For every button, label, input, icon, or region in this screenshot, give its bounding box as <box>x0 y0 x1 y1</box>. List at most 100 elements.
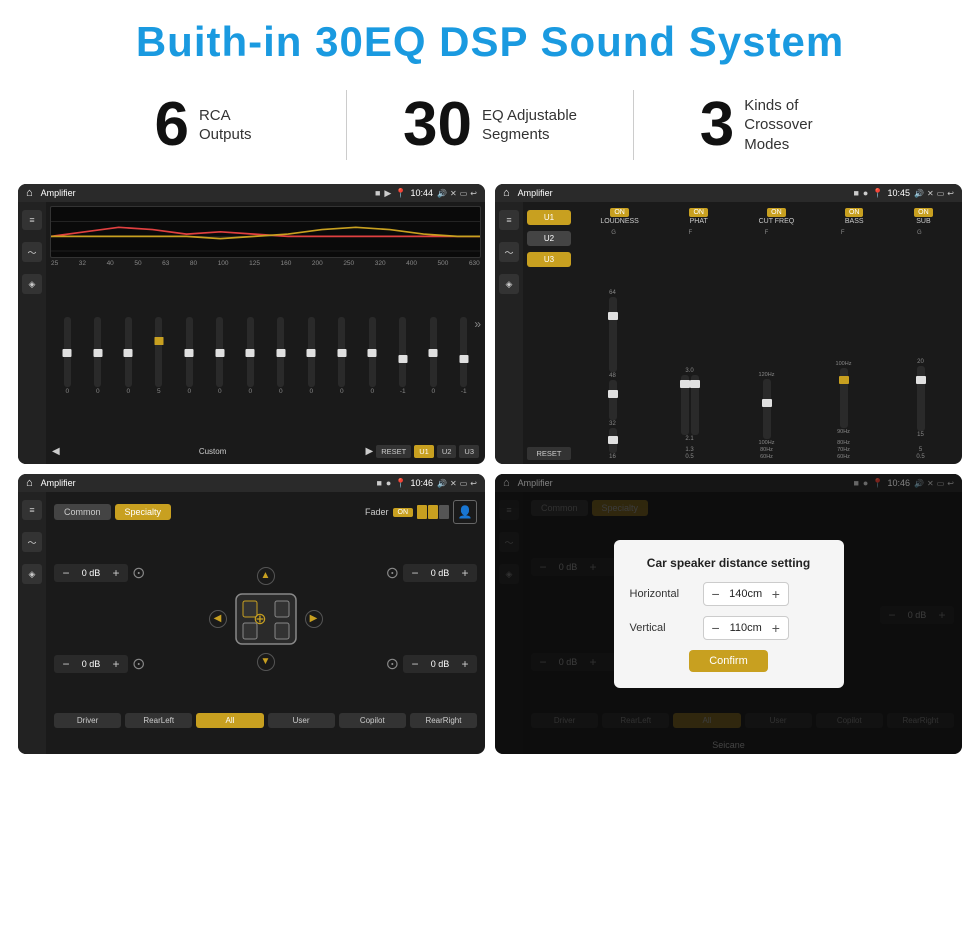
db-control-rr: − 0 dB + <box>403 655 477 673</box>
vertical-plus[interactable]: + <box>772 620 780 636</box>
status-bar-tr: ⌂ Amplifier ■ ● 📍 10:45 🔊 ✕ ▭ ↩ <box>495 184 962 202</box>
home-icon-tr[interactable]: ⌂ <box>503 187 510 199</box>
window-icon-tl: ▭ <box>460 189 468 198</box>
eq-slider-1[interactable]: 0 <box>64 317 71 395</box>
horizontal-minus[interactable]: − <box>712 586 720 602</box>
dialog-overlay: Car speaker distance setting Horizontal … <box>495 474 962 754</box>
user-btn-bl[interactable]: User <box>268 713 335 728</box>
balance-icon[interactable]: ◈ <box>22 274 42 294</box>
balance-icon-tr[interactable]: ◈ <box>499 274 519 294</box>
expand-arrows-tl[interactable]: » <box>474 317 481 331</box>
db-minus-rl[interactable]: − <box>60 657 72 671</box>
dot-icon-bl: ● <box>386 478 391 488</box>
fader-toggle[interactable] <box>417 505 449 519</box>
u3-btn-tl[interactable]: U3 <box>459 445 479 458</box>
vertical-value: 110cm <box>726 622 766 634</box>
db-minus-fr[interactable]: − <box>409 566 421 580</box>
u1-btn-tl[interactable]: U1 <box>414 445 434 458</box>
stat-number-crossover: 3 <box>700 94 734 156</box>
fader-on-pill[interactable]: ON <box>393 508 414 517</box>
eq-slider-9[interactable]: 0 <box>308 317 315 395</box>
home-icon-tl[interactable]: ⌂ <box>26 187 33 199</box>
window-icon-tr: ▭ <box>937 189 945 198</box>
g-label-2: G <box>917 230 922 236</box>
driver-btn[interactable]: Driver <box>54 713 121 728</box>
db-val-fl: 0 dB <box>76 568 106 578</box>
speaker-dot-rl: ⊙ <box>132 654 145 674</box>
record-icon-bl: ■ <box>376 478 381 488</box>
tab-common-bl[interactable]: Common <box>54 504 111 520</box>
stat-label-crossover: Kinds ofCrossover Modes <box>744 96 854 155</box>
wave-icon-tr[interactable]: 〜 <box>499 242 519 262</box>
on-badge-sub[interactable]: ON <box>914 208 933 217</box>
left-icons-tl: ≡ 〜 ◈ <box>18 202 46 464</box>
speaker-icon-tl: 🔊 <box>437 189 447 198</box>
wave-icon-bl[interactable]: 〜 <box>22 532 42 552</box>
freq-labels: 2532405063 80100125160200 25032040050063… <box>50 260 481 267</box>
eq-bottom-controls: ◀ Custom ▶ RESET U1 U2 U3 <box>50 443 481 460</box>
horizontal-plus[interactable]: + <box>772 586 780 602</box>
eq-slider-2[interactable]: 0 <box>94 317 101 395</box>
home-icon-bl[interactable]: ⌂ <box>26 477 33 489</box>
reset-btn-tl[interactable]: RESET <box>376 445 411 458</box>
db-minus-rr[interactable]: − <box>409 657 421 671</box>
nav-right[interactable]: ▶ <box>305 610 323 628</box>
on-badge-bass[interactable]: ON <box>845 208 864 217</box>
eq-slider-10[interactable]: 0 <box>338 317 345 395</box>
nav-up[interactable]: ▲ <box>257 567 275 585</box>
tab-specialty-bl[interactable]: Specialty <box>115 504 172 520</box>
car-diagram: ⊕ <box>231 589 301 649</box>
vertical-minus[interactable]: − <box>712 620 720 636</box>
window-icon-bl: ▭ <box>460 479 468 488</box>
horizontal-control: − 140cm + <box>703 582 789 606</box>
eq-slider-11[interactable]: 0 <box>369 317 376 395</box>
custom-label: Custom <box>63 447 363 456</box>
back-icon-bl: ↩ <box>470 479 477 488</box>
back-icon-tl: ↩ <box>470 189 477 198</box>
db-minus-fl[interactable]: − <box>60 566 72 580</box>
db-plus-fl[interactable]: + <box>110 566 122 580</box>
prev-arrow[interactable]: ◀ <box>52 446 60 457</box>
u2-btn-tl[interactable]: U2 <box>437 445 457 458</box>
balance-icon-bl[interactable]: ◈ <box>22 564 42 584</box>
confirm-button[interactable]: Confirm <box>689 650 768 672</box>
db-val-rr: 0 dB <box>425 659 455 669</box>
on-badge-cutfreq[interactable]: ON <box>767 208 786 217</box>
db-plus-fr[interactable]: + <box>459 566 471 580</box>
eq-icon-tr[interactable]: ≡ <box>499 210 519 230</box>
nav-left[interactable]: ◀ <box>209 610 227 628</box>
eq-slider-4[interactable]: 5 <box>155 317 162 395</box>
eq-slider-13[interactable]: 0 <box>430 317 437 395</box>
next-arrow[interactable]: ▶ <box>366 446 374 457</box>
eq-slider-12[interactable]: -1 <box>399 317 406 395</box>
close-icon-bl: ✕ <box>450 479 457 488</box>
eq-slider-14[interactable]: -1 <box>460 317 467 395</box>
nav-down[interactable]: ▼ <box>257 653 275 671</box>
f-label-1: F <box>688 230 692 236</box>
position-buttons: Driver RearLeft All User Copilot RearRig… <box>54 713 477 728</box>
u1-channel-btn[interactable]: U1 <box>527 210 571 225</box>
eq-icon[interactable]: ≡ <box>22 210 42 230</box>
copilot-btn[interactable]: Copilot <box>339 713 406 728</box>
all-btn[interactable]: All <box>196 713 263 728</box>
avatar-icon-bl[interactable]: 👤 <box>453 500 477 524</box>
eq-slider-5[interactable]: 0 <box>186 317 193 395</box>
eq-icon-bl[interactable]: ≡ <box>22 500 42 520</box>
db-plus-rl[interactable]: + <box>110 657 122 671</box>
stat-crossover: 3 Kinds ofCrossover Modes <box>634 94 920 156</box>
wave-icon[interactable]: 〜 <box>22 242 42 262</box>
on-badge-loudness[interactable]: ON <box>610 208 629 217</box>
on-badge-phat[interactable]: ON <box>689 208 708 217</box>
eq-slider-3[interactable]: 0 <box>125 317 132 395</box>
rearright-btn[interactable]: RearRight <box>410 713 477 728</box>
distance-dialog: Car speaker distance setting Horizontal … <box>614 540 844 688</box>
u2-channel-btn[interactable]: U2 <box>527 231 571 246</box>
rearleft-btn[interactable]: RearLeft <box>125 713 192 728</box>
u3-channel-btn[interactable]: U3 <box>527 252 571 267</box>
amp-ch-cutfreq: 120Hz 100Hz 80Hz 60Hz <box>729 372 804 460</box>
db-plus-rr[interactable]: + <box>459 657 471 671</box>
eq-slider-6[interactable]: 0 <box>216 317 223 395</box>
reset-btn-tr[interactable]: RESET <box>527 447 571 460</box>
eq-slider-7[interactable]: 0 <box>247 317 254 395</box>
eq-slider-8[interactable]: 0 <box>277 317 284 395</box>
